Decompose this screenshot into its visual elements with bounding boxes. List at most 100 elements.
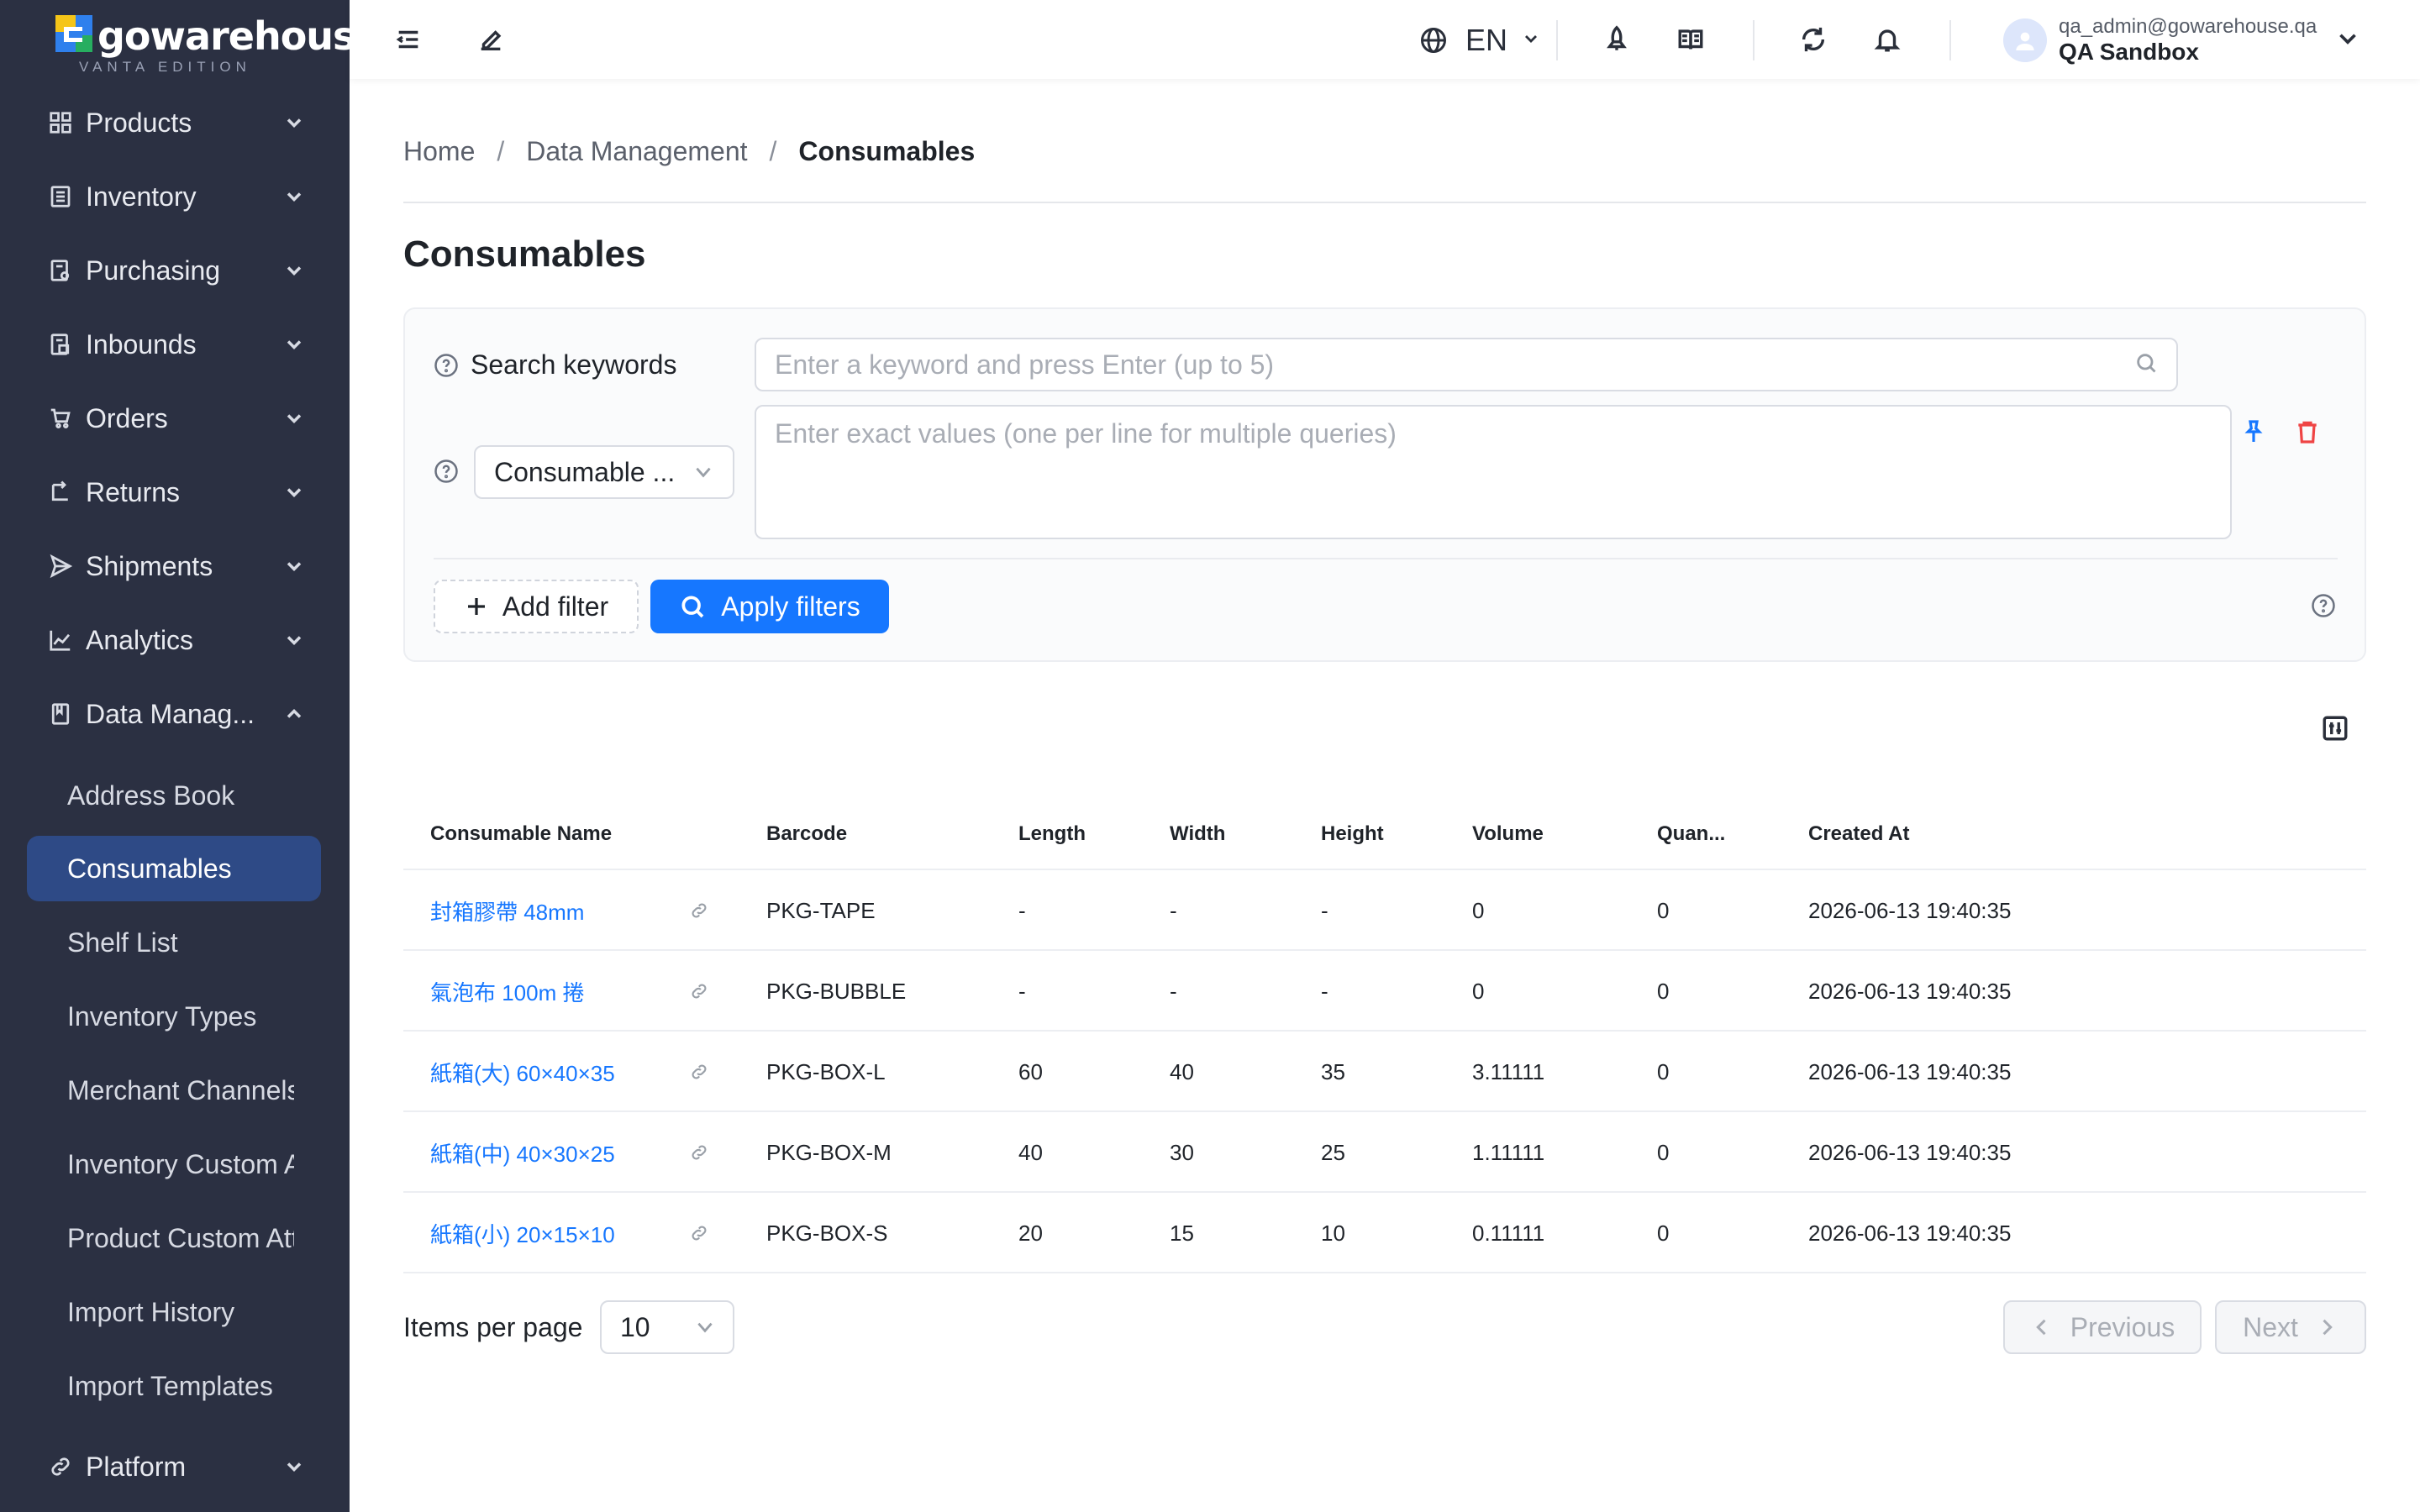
barcode-cell: PKG-BOX-M [766,1139,892,1165]
docs-book-icon[interactable] [1674,23,1707,56]
bell-icon[interactable] [1870,23,1904,56]
avatar [2003,18,2047,62]
copy-link-icon[interactable] [689,1032,709,1112]
height-cell: - [1321,978,1328,1004]
sidebar-subitem-shelf-list[interactable]: Shelf List [27,910,321,975]
search-input[interactable] [755,338,2178,391]
exact-values-textarea[interactable] [755,405,2232,539]
sidebar-subitem-address-book[interactable]: Address Book [27,763,321,828]
column-header-barcode[interactable]: Barcode [766,798,847,870]
link-icon [45,1452,76,1482]
volume-cell: 3.11111 [1472,1058,1545,1084]
topbar-divider [1949,20,1951,60]
filter-divider [434,558,2338,559]
breadcrumb-data-management[interactable]: Data Management [526,136,747,167]
sidebar-item-analytics[interactable]: Analytics [27,610,321,670]
column-header-height[interactable]: Height [1321,798,1384,870]
filter-field-select-value: Consumable ... [494,456,676,487]
help-circle-icon[interactable] [434,459,459,484]
sidebar-item-orders[interactable]: Orders [27,388,321,449]
sidebar-subitem-product-custom-attributes[interactable]: Product Custom Attributes [27,1205,321,1271]
consumable-name-link[interactable]: 紙箱(大) 60×40×35 [430,1032,615,1112]
previous-page-button[interactable]: Previous [2003,1300,2202,1354]
height-cell: - [1321,897,1328,923]
volume-cell: 0.11111 [1472,1220,1545,1246]
chevron-down-icon [282,1455,306,1478]
column-header-length[interactable]: Length [1018,798,1086,870]
brand-logo[interactable]: gowarehouse VANTA EDITION [55,13,350,75]
sidebar-item-platform[interactable]: Platform [27,1436,321,1497]
copy-link-icon[interactable] [689,870,709,951]
chevron-up-icon [282,702,306,726]
brand-edition: VANTA EDITION [79,59,251,75]
search-icon[interactable] [2134,351,2160,376]
sidebar-subitem-inventory-custom-attributes[interactable]: Inventory Custom Attributes [27,1131,321,1197]
column-header-created-at[interactable]: Created At [1808,798,1909,870]
copy-link-icon[interactable] [689,951,709,1032]
language-label: EN [1465,23,1508,57]
next-page-button[interactable]: Next [2215,1300,2366,1354]
copy-link-icon[interactable] [689,1193,709,1273]
brand-name: gowarehouse [97,13,350,59]
sidebar-item-label: Inbounds [86,328,197,360]
volume-cell: 1.11111 [1472,1139,1545,1165]
created-at-cell: 2026-06-13 19:40:35 [1808,897,2012,923]
sidebar-subitem-label: Consumables [67,853,232,884]
rocket-icon[interactable] [1600,23,1634,56]
help-circle-icon[interactable] [434,353,459,378]
column-header-consumable-name[interactable]: Consumable Name [430,798,612,870]
items-per-page-label: Items per page [403,1312,583,1342]
length-cell: - [1018,897,1026,923]
sidebar-item-purchasing[interactable]: Purchasing [27,240,321,301]
sidebar-subitem-import-history[interactable]: Import History [27,1279,321,1345]
height-cell: 35 [1321,1058,1345,1084]
table-row: 紙箱(中) 40×30×25 PKG-BOX-M 40 30 25 1.1111… [403,1112,2366,1193]
items-per-page-select[interactable]: 10 [600,1300,734,1354]
sidebar-subitem-import-templates[interactable]: Import Templates [27,1353,321,1419]
breadcrumb-home[interactable]: Home [403,136,475,167]
menu-collapse-icon[interactable] [392,23,425,56]
consumable-name-link[interactable]: 紙箱(中) 40×30×25 [430,1112,615,1193]
breadcrumb-current: Consumables [798,136,976,166]
language-selector[interactable]: EN [1417,20,1541,60]
consumable-name-link[interactable]: 氣泡布 100m 捲 [430,951,585,1032]
consumable-name-link[interactable]: 封箱膠帶 48mm [430,870,584,951]
sidebar-subitem-label: Product Custom Attributes [67,1222,294,1253]
sidebar-item-inbounds[interactable]: Inbounds [27,314,321,375]
filter-field-select[interactable]: Consumable ... [474,445,734,499]
length-cell: 20 [1018,1220,1043,1246]
user-menu[interactable]: qa_admin@gowarehouse.qa QA Sandbox [2003,15,2362,66]
chevron-down-icon [282,333,306,356]
sidebar-item-inventory[interactable]: Inventory [27,166,321,227]
sidebar-item-shipments[interactable]: Shipments [27,536,321,596]
column-header-volume[interactable]: Volume [1472,798,1544,870]
sidebar-item-returns[interactable]: Returns [27,462,321,522]
delete-icon[interactable] [2291,415,2324,449]
book-icon [45,699,76,729]
column-header-quantity[interactable]: Quan... [1657,798,1725,870]
sidebar-subitem-inventory-types[interactable]: Inventory Types [27,984,321,1049]
refresh-icon[interactable] [1797,23,1830,56]
sidebar-subitem-label: Inventory Custom Attributes [67,1148,294,1179]
volume-cell: 0 [1472,897,1485,923]
edit-icon[interactable] [474,23,508,56]
add-filter-button[interactable]: Add filter [434,580,639,633]
apply-filters-button[interactable]: Apply filters [650,580,889,633]
filter-panel: Search keywords Consumable ... Add filte… [403,307,2366,662]
height-cell: 10 [1321,1220,1345,1246]
help-circle-icon[interactable] [2311,593,2336,618]
consumable-name-link[interactable]: 紙箱(小) 20×15×10 [430,1193,615,1273]
apply-filters-label: Apply filters [721,591,860,622]
chevron-left-icon [2035,1319,2046,1336]
column-header-width[interactable]: Width [1170,798,1225,870]
column-settings-icon[interactable] [2321,714,2351,744]
sidebar-subitem-label: Import History [67,1296,235,1327]
sidebar-subitem-merchant-channels[interactable]: Merchant Channels [27,1058,321,1123]
copy-link-icon[interactable] [689,1112,709,1193]
sidebar-item-products[interactable]: Products [27,92,321,153]
chart-icon [45,625,76,655]
chevron-right-icon [2323,1319,2333,1336]
sidebar-item-data-management[interactable]: Data Manag... [27,684,321,744]
pin-icon[interactable] [2237,415,2270,449]
sidebar-subitem-consumables[interactable]: Consumables [27,836,321,901]
